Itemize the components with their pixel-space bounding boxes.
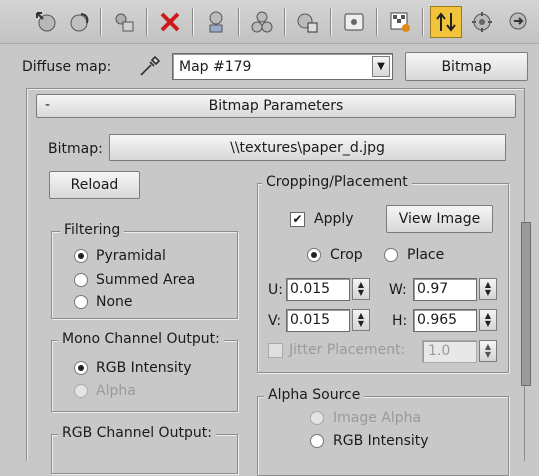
h-label: H: — [392, 313, 408, 329]
filtering-option-pyramidal[interactable]: Pyramidal — [74, 248, 166, 264]
option-label: Image Alpha — [333, 410, 422, 426]
toolbar-separator — [192, 8, 194, 36]
apply-checkbox[interactable]: ✔ Apply — [290, 211, 354, 227]
toolbar-separator — [330, 8, 332, 36]
jitter-spinner-arrows-icon: ▲ ▼ — [479, 340, 497, 362]
toolbar-separator — [146, 8, 148, 36]
radio-icon — [74, 249, 88, 263]
h-spinner-field[interactable]: 0.965 — [413, 309, 477, 332]
option-label: Summed Area — [96, 272, 196, 288]
cropping-title: Cropping/Placement — [262, 174, 412, 190]
map-name-field[interactable]: Map #179 — [172, 53, 393, 80]
rollout-title: Bitmap Parameters — [208, 98, 344, 114]
option-label: RGB Intensity — [96, 360, 192, 376]
go-to-parent-icon[interactable] — [30, 6, 62, 38]
rollout-header[interactable]: - Bitmap Parameters — [36, 94, 516, 118]
crop-label: Crop — [330, 247, 363, 263]
filtering-option-none[interactable]: None — [74, 294, 133, 310]
option-label: Pyramidal — [96, 248, 166, 264]
radio-icon — [310, 411, 324, 425]
material-id-icon[interactable] — [292, 6, 324, 38]
radio-icon — [74, 273, 88, 287]
toolbar-separator — [284, 8, 286, 36]
mono-channel-title: Mono Channel Output: — [58, 331, 224, 347]
toolbar-separator — [422, 8, 424, 36]
toolbar-separator — [238, 8, 240, 36]
filtering-title: Filtering — [60, 222, 125, 238]
radio-icon — [384, 248, 398, 262]
show-end-result-icon[interactable] — [246, 6, 278, 38]
map-name-value: Map #179 — [179, 58, 252, 75]
view-image-button[interactable]: View Image — [386, 205, 493, 233]
alpha-option-rgb-intensity[interactable]: RGB Intensity — [310, 433, 429, 449]
options-icon[interactable] — [466, 6, 498, 38]
alpha-source-title: Alpha Source — [264, 387, 365, 403]
apply-label: Apply — [314, 211, 354, 227]
option-label: None — [96, 294, 133, 310]
option-label: RGB Intensity — [333, 433, 429, 449]
go-to-sibling-icon[interactable] — [430, 6, 462, 38]
rgb-channel-title: RGB Channel Output: — [58, 425, 216, 441]
place-label: Place — [407, 247, 445, 263]
mono-option-alpha: Alpha — [74, 383, 136, 399]
mono-option-rgb-intensity[interactable]: RGB Intensity — [74, 360, 192, 376]
crop-radio[interactable]: Crop — [307, 247, 363, 263]
diffuse-map-label: Diffuse map: — [22, 59, 112, 75]
radio-icon — [307, 248, 321, 262]
video-color-check-icon[interactable] — [338, 6, 370, 38]
material-editor-toolbar — [0, 0, 539, 44]
w-label: W: — [389, 282, 407, 298]
v-label: V: — [268, 313, 282, 329]
place-radio[interactable]: Place — [384, 247, 444, 263]
w-spinner-field[interactable]: 0.97 — [413, 278, 477, 301]
reload-button[interactable]: Reload — [49, 171, 140, 199]
radio-icon — [74, 361, 88, 375]
checkmark-icon: ✔ — [290, 211, 305, 227]
v-spinner-arrows-icon[interactable]: ▲ ▼ — [352, 309, 370, 331]
jitter-value-field: 1.0 — [422, 340, 477, 363]
bitmap-path-button[interactable]: \\textures\paper_d.jpg — [109, 134, 506, 161]
pick-material-icon[interactable] — [108, 6, 140, 38]
radio-icon — [310, 434, 324, 448]
map-type-button[interactable]: Bitmap — [405, 52, 528, 81]
jitter-placement-checkbox: Jitter Placement: — [268, 342, 405, 358]
show-map-icon[interactable] — [200, 6, 232, 38]
filtering-option-summed-area[interactable]: Summed Area — [74, 272, 195, 288]
h-spinner-arrows-icon[interactable]: ▲ ▼ — [479, 309, 497, 331]
w-spinner-arrows-icon[interactable]: ▲ ▼ — [479, 278, 497, 300]
scrollbar-thumb[interactable] — [521, 222, 531, 386]
chevron-down-icon: ▼ — [377, 61, 385, 72]
rollout-collapse-icon: - — [45, 97, 51, 113]
u-spinner-field[interactable]: 0.015 — [286, 278, 350, 301]
go-forward-icon[interactable] — [64, 6, 96, 38]
bitmap-label: Bitmap: — [48, 141, 103, 157]
toolbar-separator — [376, 8, 378, 36]
u-label: U: — [268, 282, 283, 298]
v-spinner-field[interactable]: 0.015 — [286, 309, 350, 332]
make-preview-icon[interactable] — [384, 6, 416, 38]
mono-channel-group — [51, 340, 238, 412]
jitter-label: Jitter Placement: — [289, 342, 406, 358]
checkbox-icon — [268, 342, 283, 358]
alpha-option-image-alpha: Image Alpha — [310, 410, 421, 426]
radio-icon — [74, 295, 88, 309]
map-name-dropdown-button[interactable]: ▼ — [372, 56, 390, 77]
eyedropper-icon[interactable] — [135, 53, 163, 81]
delete-icon[interactable] — [154, 6, 186, 38]
option-label: Alpha — [96, 383, 136, 399]
navigate-icon[interactable] — [502, 6, 534, 38]
radio-icon — [74, 384, 88, 398]
toolbar-separator — [100, 8, 102, 36]
u-spinner-arrows-icon[interactable]: ▲ ▼ — [352, 278, 370, 300]
